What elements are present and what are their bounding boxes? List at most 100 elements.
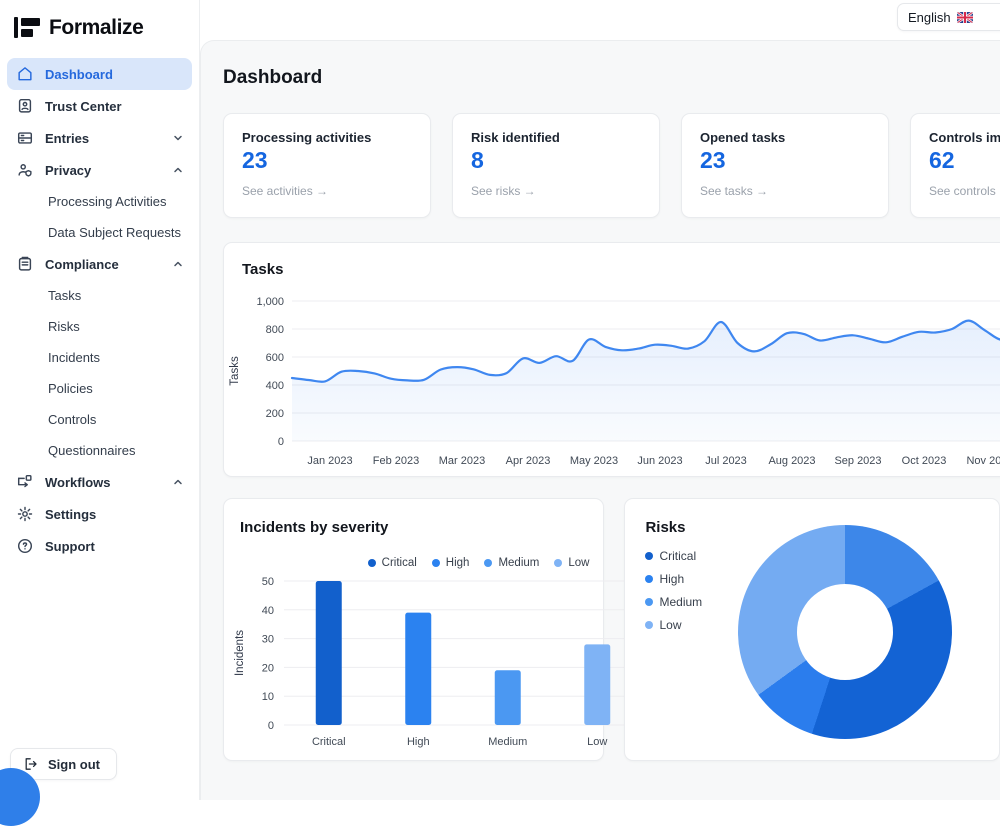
sidebar-item-risks[interactable]: Risks xyxy=(7,311,192,342)
risks-legend: Critical High Medium Low xyxy=(645,549,702,632)
svg-text:Tasks: Tasks xyxy=(229,356,241,386)
svg-text:Critical: Critical xyxy=(312,736,346,748)
donut-hole xyxy=(797,584,893,680)
top-bar: English xyxy=(200,0,1000,40)
tasks-line-chart: 0 200 400 600 800 1,000 Tasks Jan 2023 Feb 2023 M… xyxy=(224,291,1000,473)
sidebar-item-incidents[interactable]: Incidents xyxy=(7,342,192,373)
legend-item-medium: Medium xyxy=(484,557,539,569)
risks-donut-chart xyxy=(738,525,952,739)
svg-text:200: 200 xyxy=(266,408,284,420)
svg-text:30: 30 xyxy=(262,634,274,646)
legend-item-medium: Medium xyxy=(645,595,702,609)
svg-text:May 2023: May 2023 xyxy=(570,455,618,467)
stat-card-opened-tasks: Opened tasks 23 See tasks → xyxy=(681,113,889,218)
legend-dot-icon xyxy=(645,621,653,629)
tasks-chart-card: Tasks 0 200 400 600 800 1,000 Tasks Jan 2023 Feb… xyxy=(223,242,1000,477)
svg-text:Jan 2023: Jan 2023 xyxy=(307,455,352,467)
stat-value: 23 xyxy=(242,147,412,174)
svg-text:Jul 2023: Jul 2023 xyxy=(705,455,747,467)
svg-text:0: 0 xyxy=(278,436,284,448)
stat-card-processing-activities: Processing activities 23 See activities … xyxy=(223,113,431,218)
sidebar-item-workflows[interactable]: Workflows xyxy=(7,466,192,498)
id-badge-icon xyxy=(16,97,34,115)
svg-text:Nov 2023: Nov 2023 xyxy=(966,455,1000,467)
svg-text:20: 20 xyxy=(262,662,274,674)
legend-dot-icon xyxy=(645,598,653,606)
risks-chart-card: Risks CriticalHighMediumLow xyxy=(624,498,1000,761)
svg-text:600: 600 xyxy=(266,352,284,364)
app-logo: Formalize xyxy=(0,0,199,58)
tasks-chart-title: Tasks xyxy=(242,261,1000,278)
chevron-down-icon xyxy=(172,132,184,144)
see-tasks-link[interactable]: See tasks → xyxy=(700,184,870,198)
svg-text:400: 400 xyxy=(266,380,284,392)
language-label: English xyxy=(908,10,951,25)
svg-text:Feb 2023: Feb 2023 xyxy=(373,455,419,467)
user-shield-icon xyxy=(16,161,34,179)
incidents-bar-chart: 01020304050IncidentsCriticalHighMediumLo… xyxy=(230,575,650,760)
main-content: Dashboard Processing activities 23 See a… xyxy=(200,40,1000,800)
legend-dot-icon xyxy=(645,552,653,560)
bottom-charts-row: Incidents by severity Critical High Medium… xyxy=(223,498,1000,761)
svg-text:Apr 2023: Apr 2023 xyxy=(506,455,551,467)
chevron-up-icon xyxy=(172,164,184,176)
sidebar: Formalize Dashboard Trust Center Entries xyxy=(0,0,200,800)
sidebar-item-data-subject-requests[interactable]: Data Subject Requests xyxy=(7,217,192,248)
sidebar-item-questionnaires[interactable]: Questionnaires xyxy=(7,435,192,466)
legend-dot-icon xyxy=(432,559,440,567)
legend-item-critical: Critical xyxy=(645,549,702,563)
sidebar-item-entries[interactable]: Entries xyxy=(7,122,192,154)
sidebar-item-processing-activities[interactable]: Processing Activities xyxy=(7,186,192,217)
svg-text:Oct 2023: Oct 2023 xyxy=(902,455,947,467)
see-activities-link[interactable]: See activities → xyxy=(242,184,412,198)
incidents-chart-card: Incidents by severity Critical High Medium… xyxy=(223,498,604,761)
uk-flag-icon xyxy=(957,12,973,23)
see-controls-link[interactable]: See controls → xyxy=(929,184,1000,198)
chevron-up-icon xyxy=(172,258,184,270)
sidebar-item-settings[interactable]: Settings xyxy=(7,498,192,530)
legend-dot-icon xyxy=(368,559,376,567)
svg-text:Mar 2023: Mar 2023 xyxy=(439,455,485,467)
legend-item-high: High xyxy=(432,557,470,569)
language-selector[interactable]: English xyxy=(897,3,1000,31)
legend-item-low: Low xyxy=(645,618,702,632)
svg-text:Incidents: Incidents xyxy=(234,630,246,676)
legend-item-low: Low xyxy=(554,557,589,569)
help-icon xyxy=(16,537,34,555)
sidebar-item-dashboard[interactable]: Dashboard xyxy=(7,58,192,90)
svg-text:50: 50 xyxy=(262,576,274,588)
svg-text:Sep 2023: Sep 2023 xyxy=(834,455,881,467)
stat-value: 8 xyxy=(471,147,641,174)
incidents-chart-title: Incidents by severity xyxy=(240,519,587,536)
app-logo-text: Formalize xyxy=(49,16,143,40)
page-title: Dashboard xyxy=(223,67,1000,89)
clipboard-icon xyxy=(16,255,34,273)
gear-icon xyxy=(16,505,34,523)
workflow-icon xyxy=(16,473,34,491)
sidebar-item-compliance[interactable]: Compliance xyxy=(7,248,192,280)
legend-dot-icon xyxy=(484,559,492,567)
stat-cards-row: Processing activities 23 See activities … xyxy=(223,113,1000,218)
svg-text:1,000: 1,000 xyxy=(256,296,284,308)
stat-card-controls-implemented: Controls implemented 62 See controls → xyxy=(910,113,1000,218)
svg-text:10: 10 xyxy=(262,691,274,703)
sidebar-item-policies[interactable]: Policies xyxy=(7,373,192,404)
see-risks-link[interactable]: See risks → xyxy=(471,184,641,198)
svg-text:Aug 2023: Aug 2023 xyxy=(768,455,815,467)
sidebar-item-support[interactable]: Support xyxy=(7,530,192,562)
home-icon xyxy=(16,65,34,83)
stat-value: 23 xyxy=(700,147,870,174)
chevron-up-icon xyxy=(172,476,184,488)
legend-dot-icon xyxy=(554,559,562,567)
stat-card-risk-identified: Risk identified 8 See risks → xyxy=(452,113,660,218)
sign-out-icon xyxy=(23,756,39,772)
sidebar-item-controls[interactable]: Controls xyxy=(7,404,192,435)
stat-value: 62 xyxy=(929,147,1000,174)
svg-text:800: 800 xyxy=(266,324,284,336)
sidebar-item-trust-center[interactable]: Trust Center xyxy=(7,90,192,122)
legend-item-high: High xyxy=(645,572,702,586)
sidebar-item-privacy[interactable]: Privacy xyxy=(7,154,192,186)
sidebar-item-tasks[interactable]: Tasks xyxy=(7,280,192,311)
formalize-logo-icon xyxy=(14,16,40,40)
svg-text:0: 0 xyxy=(268,720,274,732)
